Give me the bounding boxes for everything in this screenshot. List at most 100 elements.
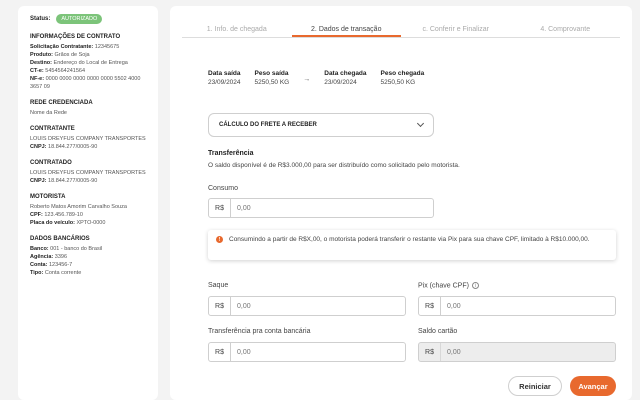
contractor-title: CONTRATANTE xyxy=(30,126,75,132)
arrival-date-value: 23/09/2024 xyxy=(324,79,357,86)
contract-line-key: Destino: xyxy=(30,60,52,66)
contract-line-value: 12345675 xyxy=(94,44,120,50)
pix-input[interactable] xyxy=(441,302,615,310)
exit-weight-label: Peso saída xyxy=(254,70,289,77)
bank-line-key: Tipo: xyxy=(30,270,44,276)
driver-cpf: CPF: 123.456.789-10 xyxy=(30,211,146,219)
network-title: REDE CREDENCIADA xyxy=(30,100,93,106)
chevron-down-icon xyxy=(416,119,425,128)
contract-line-value: Grãos de Soja xyxy=(54,52,90,58)
pix-field: R$ xyxy=(418,296,616,316)
transfer-account-field: R$ xyxy=(208,342,406,362)
transfer-title: Transferência xyxy=(208,150,254,157)
transfer-account-input[interactable] xyxy=(231,348,405,356)
step-review-finish[interactable]: c. Conferir e Finalizar xyxy=(401,6,511,37)
bank-title: DADOS BANCÁRIOS xyxy=(30,236,90,242)
transit-summary: Data saída 23/09/2024 Peso saída 5250,50… xyxy=(208,70,424,86)
reset-button[interactable]: Reiniciar xyxy=(508,376,562,396)
contract-line: NF-e: 0000 0000 0000 0000 0000 5502 4000… xyxy=(30,75,146,91)
card-balance-field: R$ xyxy=(418,342,616,362)
bank-line: Agência: 3396 xyxy=(30,253,146,261)
contract-info-title: INFORMAÇÕES DE CONTRATO xyxy=(30,34,121,40)
consumo-field: R$ xyxy=(208,198,434,218)
alert-icon: ! xyxy=(216,236,223,243)
contract-line-value: 0000 0000 0000 0000 0000 5502 4000 3657 … xyxy=(30,76,141,90)
info-icon[interactable]: i xyxy=(471,282,479,289)
arrival-weight-value: 5250,50 KG xyxy=(380,79,416,86)
contract-line-value: Endereço do Local de Entrega xyxy=(53,60,128,66)
sidebar: Status: AUTORIZADO INFORMAÇÕES DE CONTRA… xyxy=(18,6,158,400)
bank-line: Banco: 001 - banco do Brasil xyxy=(30,245,146,253)
currency-prefix: R$ xyxy=(209,343,231,361)
contracted-section: CONTRATADO LOUIS DREYFUS COMPANY TRANSPO… xyxy=(30,160,146,185)
exit-date-label: Data saída xyxy=(208,70,241,77)
cnpj-value: 18.844.277/0005-90 xyxy=(48,144,98,150)
network-section: REDE CREDENCIADA Nome da Rede xyxy=(30,100,146,117)
cpf-key: CPF: xyxy=(30,212,43,218)
next-button[interactable]: Avançar xyxy=(570,376,616,396)
plate-key: Placa do veículo: xyxy=(30,220,75,226)
contract-line-value: 5454564241564 xyxy=(45,68,86,74)
contracted-title: CONTRATADO xyxy=(30,160,72,166)
currency-prefix: R$ xyxy=(209,199,231,217)
arrival-date-label: Data chegada xyxy=(324,70,367,77)
driver-plate: Placa do veículo: XPTO-0000 xyxy=(30,219,146,227)
main-panel: 1. Info. de chegada 2. Dados de transaçã… xyxy=(170,6,632,400)
network-value: Nome da Rede xyxy=(30,110,67,116)
contractor-cnpj: CNPJ: 18.844.277/0005-90 xyxy=(30,143,146,151)
step-arrival-info[interactable]: 1. Info. de chegada xyxy=(182,6,292,37)
contract-line-key: NF-e: xyxy=(30,76,45,82)
bank-line-value: 001 - banco do Brasil xyxy=(50,246,103,252)
exit-date-value: 23/09/2024 xyxy=(208,79,241,86)
saque-input[interactable] xyxy=(231,302,405,310)
contractor-name: LOUIS DREYFUS COMPANY TRANSPORTES xyxy=(30,136,146,142)
step-transaction-data[interactable]: 2. Dados de transação xyxy=(291,6,401,37)
driver-name: Roberto Matos Amorim Carvalho Souza xyxy=(30,204,127,210)
contractor-section: CONTRATANTE LOUIS DREYFUS COMPANY TRANSP… xyxy=(30,126,146,151)
status-label: Status: xyxy=(30,16,51,22)
saque-label: Saque xyxy=(208,282,229,289)
bank-line-key: Banco: xyxy=(30,246,49,252)
exit-date: Data saída 23/09/2024 xyxy=(208,70,241,86)
exit-weight: Peso saída 5250,50 KG xyxy=(255,70,290,86)
consumo-input[interactable] xyxy=(231,204,433,212)
pix-label-text: Pix (chave CPF) xyxy=(418,282,469,290)
freight-calc-select-value: CÁLCULO DO FRETE A RECEBER xyxy=(219,122,317,128)
currency-prefix: R$ xyxy=(419,297,441,315)
info-alert-text: Consumindo a partir de R$X,00, o motoris… xyxy=(229,236,590,243)
status-badge: AUTORIZADO xyxy=(56,14,103,24)
pix-label: Pix (chave CPF) i xyxy=(418,282,479,289)
arrow-right-icon: → xyxy=(303,76,311,83)
contract-line-key: Solicitação Contratante: xyxy=(30,44,94,50)
cnpj-key: CNPJ: xyxy=(30,144,47,150)
bank-line-key: Conta: xyxy=(30,262,48,268)
currency-prefix: R$ xyxy=(209,297,231,315)
contract-line: CT-e: 5454564241564 xyxy=(30,67,146,75)
contract-line-key: CT-e: xyxy=(30,68,44,74)
status-row: Status: AUTORIZADO xyxy=(30,14,146,24)
transfer-account-label: Transferência pra conta bancária xyxy=(208,328,311,335)
stepper: 1. Info. de chegada 2. Dados de transaçã… xyxy=(182,6,620,38)
card-balance-input xyxy=(441,348,615,356)
contract-line: Solicitação Contratante: 12345675 xyxy=(30,43,146,51)
bank-line-value: Conta corrente xyxy=(44,270,82,276)
driver-title: MOTORISTA xyxy=(30,194,66,200)
contracted-cnpj: CNPJ: 18.844.277/0005-90 xyxy=(30,177,146,185)
contracted-name: LOUIS DREYFUS COMPANY TRANSPORTES xyxy=(30,170,146,176)
exit-weight-value: 5250,50 KG xyxy=(254,79,290,86)
freight-calc-select[interactable]: CÁLCULO DO FRETE A RECEBER xyxy=(208,113,434,137)
arrival-weight-label: Peso chegada xyxy=(380,70,425,77)
contract-line-key: Produto: xyxy=(30,52,53,58)
bank-line-key: Agência: xyxy=(30,254,54,260)
arrival-date: Data chegada 23/09/2024 xyxy=(324,70,366,86)
bank-section: DADOS BANCÁRIOS Banco: 001 - banco do Br… xyxy=(30,236,146,277)
bank-line: Tipo: Conta corrente xyxy=(30,269,146,277)
info-alert: ! Consumindo a partir de R$X,00, o motor… xyxy=(208,230,616,260)
cnpj-value: 18.844.277/0005-90 xyxy=(48,178,98,184)
transfer-description: O saldo disponível é de R$3.000,00 para … xyxy=(208,162,460,169)
contract-line: Destino: Endereço do Local de Entrega xyxy=(30,59,146,67)
plate-value: XPTO-0000 xyxy=(76,220,106,226)
bank-line: Conta: 123456-7 xyxy=(30,261,146,269)
step-receipt[interactable]: 4. Comprovante xyxy=(511,6,621,37)
cpf-value: 123.456.789-10 xyxy=(44,212,83,218)
